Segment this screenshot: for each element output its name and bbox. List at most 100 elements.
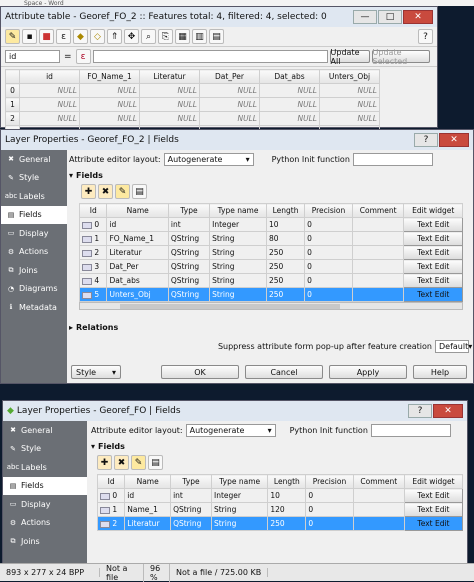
column-header[interactable]: Length <box>267 474 307 489</box>
table-cell[interactable]: NULL <box>259 83 320 98</box>
delete-icon[interactable]: ■ <box>39 29 54 44</box>
table-cell[interactable]: NULL <box>199 97 260 112</box>
table-row[interactable]: 0 id int Integer 10 0 Text Edit <box>96 488 464 503</box>
select-expression-icon[interactable]: ε <box>56 29 71 44</box>
delete-field-icon[interactable]: ✖ <box>114 455 129 470</box>
sidebar-item-display[interactable]: ▭ Display <box>1 224 67 243</box>
table-row[interactable]: 4 Dat_abs QString String 250 0 Text Edit <box>78 273 463 288</box>
column-header[interactable]: Type name <box>209 203 267 218</box>
sidebar-item-labels[interactable]: abc Labels <box>1 187 67 206</box>
sidebar-item-diagrams[interactable]: ◔ Diagrams <box>1 280 67 299</box>
table-cell[interactable]: NULL <box>79 83 140 98</box>
copy-icon[interactable]: ⎘ <box>158 29 173 44</box>
table-row[interactable]: 1 FO_Name_1 QString String 80 0 Text Edit <box>78 231 463 246</box>
field-calculator-icon[interactable]: ▤ <box>132 184 147 199</box>
column-header[interactable]: Literatur <box>139 69 200 84</box>
delete-column-icon[interactable]: ▥ <box>192 29 207 44</box>
column-header[interactable]: Length <box>265 203 306 218</box>
table-row[interactable]: 2 NULL NULL NULL NULL NULL NULL <box>5 111 380 126</box>
row-header[interactable]: 2 <box>5 111 20 126</box>
column-header[interactable]: Dat_Per <box>199 69 260 84</box>
table-cell[interactable]: NULL <box>259 97 320 112</box>
invert-selection-icon[interactable]: ◇ <box>90 29 105 44</box>
sidebar-item-actions[interactable]: ⚙ Actions <box>3 514 87 533</box>
lp2-help-button[interactable]: ? <box>408 404 432 418</box>
column-header[interactable]: Unters_Obj <box>319 69 380 84</box>
table-cell[interactable]: NULL <box>79 97 140 112</box>
update-selected-button[interactable]: Update Selected <box>371 48 430 66</box>
column-header[interactable]: Name <box>124 474 172 489</box>
table-cell[interactable]: NULL <box>139 111 200 126</box>
table-cell[interactable]: NULL <box>199 83 260 98</box>
edit-widget-button[interactable]: Text Edit <box>403 217 463 232</box>
minimize-button[interactable]: — <box>353 10 377 24</box>
ok-button[interactable]: OK <box>161 365 239 379</box>
collapse-arrow-icon[interactable]: ▾ <box>91 442 95 451</box>
field-select[interactable]: id <box>5 50 60 63</box>
table-row[interactable]: 5 Unters_Obj QString String 250 0 Text Edit <box>78 287 463 302</box>
new-column-icon[interactable]: ▦ <box>175 29 190 44</box>
expression-icon[interactable]: ε <box>75 49 91 64</box>
edit-pencil-icon[interactable]: ✎ <box>131 455 146 470</box>
column-header[interactable]: Id <box>96 474 126 489</box>
table-cell[interactable]: NULL <box>19 111 80 126</box>
maximize-button[interactable]: □ <box>378 10 402 24</box>
update-all-button[interactable]: Update All <box>329 48 370 66</box>
table-cell[interactable]: NULL <box>319 97 380 112</box>
edit-pencil-icon[interactable]: ✎ <box>115 184 130 199</box>
table-row[interactable]: 3 Dat_Per QString String 250 0 Text Edit <box>78 259 463 274</box>
edit-widget-button[interactable]: Text Edit <box>403 273 463 288</box>
sidebar-item-labels[interactable]: abc Labels <box>3 458 87 477</box>
lp1-close-button[interactable]: ✕ <box>439 133 469 147</box>
sidebar-item-style[interactable]: ✎ Style <box>3 440 87 459</box>
select-all-icon[interactable]: ◆ <box>73 29 88 44</box>
lp1-help-button[interactable]: ? <box>414 133 438 147</box>
close-button[interactable]: ✕ <box>403 10 433 24</box>
field-calculator-icon[interactable]: ▤ <box>209 29 224 44</box>
sidebar-item-general[interactable]: ✖ General <box>3 421 87 440</box>
sidebar-item-fields[interactable]: ▤ Fields <box>1 205 67 224</box>
column-header[interactable]: Edit widget <box>403 474 464 489</box>
table-row[interactable]: 0 NULL NULL NULL NULL NULL NULL <box>5 83 380 98</box>
table-row[interactable]: 0 id int Integer 10 0 Text Edit <box>78 217 463 232</box>
column-header[interactable]: FO_Name_1 <box>79 69 140 84</box>
style-button[interactable]: Style ▾ <box>71 365 121 379</box>
table-row[interactable]: 2 Literatur QString String 250 0 Text Edit <box>96 516 464 531</box>
column-header[interactable]: Precision <box>305 474 354 489</box>
sidebar-item-display[interactable]: ▭ Display <box>3 495 87 514</box>
sidebar-item-actions[interactable]: ⚙ Actions <box>1 243 67 262</box>
expand-arrow-icon[interactable]: ▸ <box>69 323 73 332</box>
column-header[interactable]: Type <box>167 203 211 218</box>
cancel-button[interactable]: Cancel <box>245 365 323 379</box>
table-cell[interactable]: NULL <box>19 83 80 98</box>
edit-widget-button[interactable]: Text Edit <box>403 259 463 274</box>
lp2-close-button[interactable]: ✕ <box>433 404 463 418</box>
table-cell[interactable]: NULL <box>259 111 320 126</box>
delete-field-icon[interactable]: ✖ <box>98 184 113 199</box>
table-cell[interactable]: NULL <box>139 83 200 98</box>
sidebar-item-joins[interactable]: ⧉ Joins <box>1 261 67 280</box>
edit-widget-button[interactable]: Text Edit <box>403 231 463 246</box>
sidebar-item-metadata[interactable]: ℹ Metadata <box>1 298 67 317</box>
table-cell[interactable]: NULL <box>139 97 200 112</box>
edit-widget-button[interactable]: Text Edit <box>403 516 464 531</box>
column-header[interactable]: Comment <box>351 203 405 218</box>
column-header[interactable]: Id <box>78 203 108 218</box>
row-header[interactable]: 1 <box>5 97 20 112</box>
column-header[interactable]: Precision <box>304 203 353 218</box>
editor-layout-select[interactable]: Autogenerate ▾ <box>163 152 254 166</box>
table-row[interactable]: 1 Name_1 QString String 120 0 Text Edit <box>96 502 464 517</box>
new-field-icon[interactable]: ✚ <box>81 184 96 199</box>
zoom-icon[interactable]: ⌕ <box>141 29 156 44</box>
column-header[interactable]: id <box>19 69 80 84</box>
new-field-icon[interactable]: ✚ <box>97 455 112 470</box>
edit-widget-button[interactable]: Text Edit <box>403 502 464 517</box>
save-icon[interactable]: ▪ <box>22 29 37 44</box>
sidebar-item-fields[interactable]: ▤ Fields <box>3 476 87 495</box>
sidebar-item-style[interactable]: ✎ Style <box>1 169 67 188</box>
table-cell[interactable]: NULL <box>319 111 380 126</box>
table-row[interactable]: 1 NULL NULL NULL NULL NULL NULL <box>5 97 380 112</box>
editor-layout-select[interactable]: Autogenerate ▾ <box>185 423 276 437</box>
move-top-icon[interactable]: ⇑ <box>107 29 122 44</box>
column-header[interactable]: Edit widget <box>403 203 463 218</box>
